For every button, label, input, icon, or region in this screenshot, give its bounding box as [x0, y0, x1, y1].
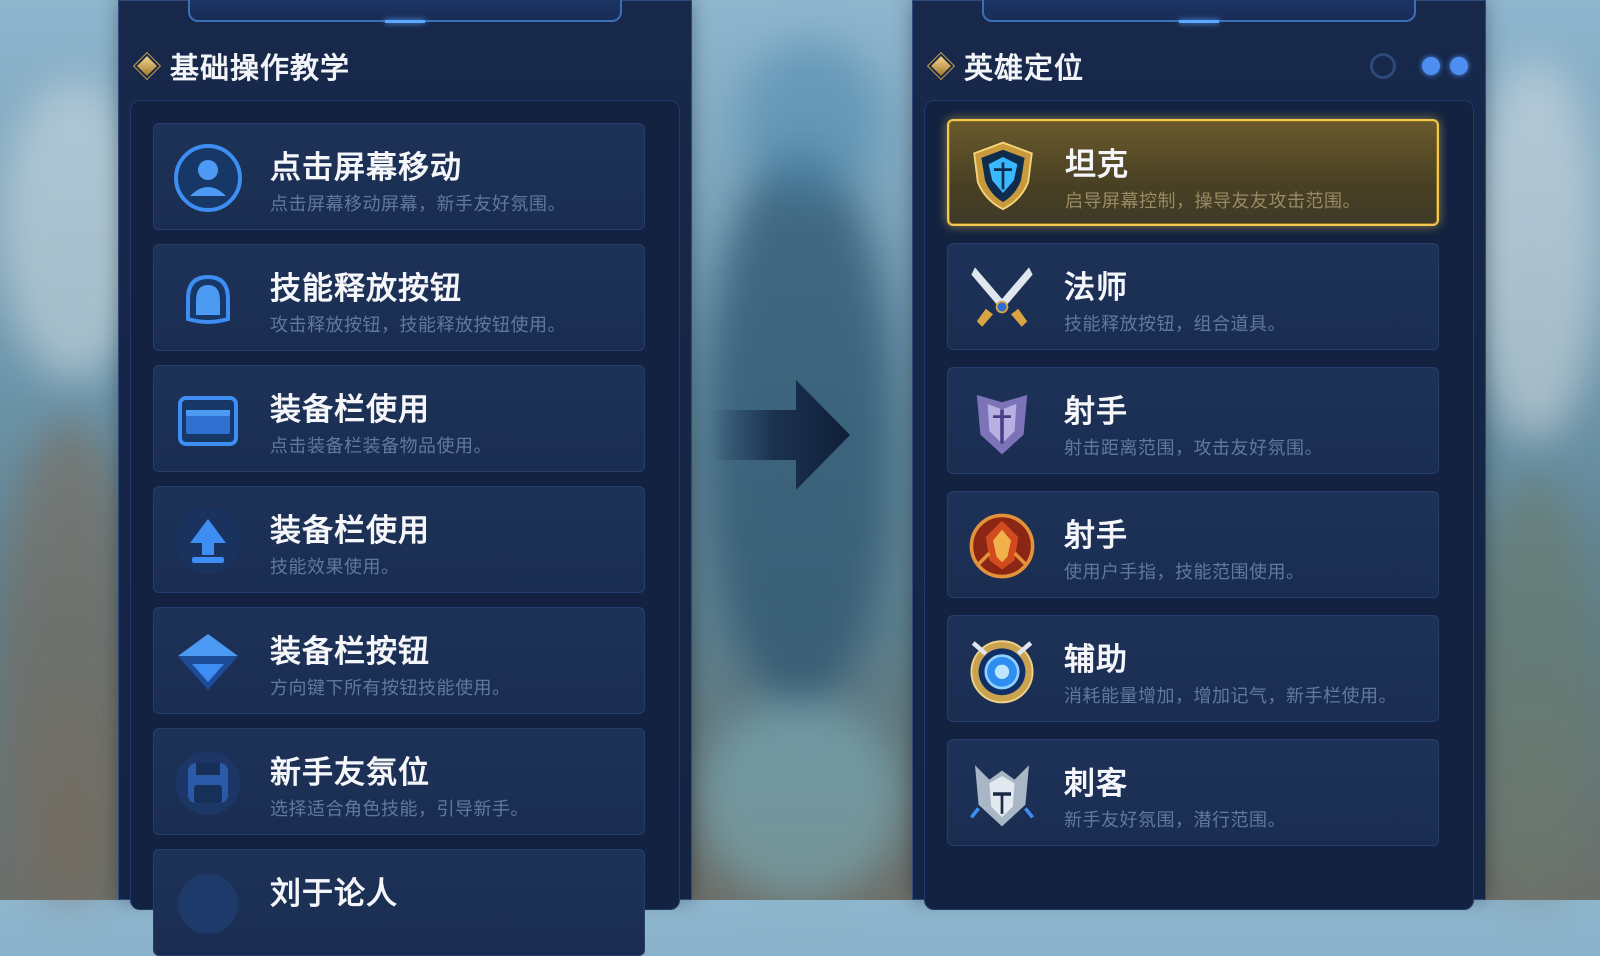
- tutorial-item-title: 装备栏使用: [270, 392, 430, 428]
- hero-role-desc: 消耗能量增加，增加记气，新手栏使用。: [1064, 686, 1397, 707]
- tutorial-item-desc: 方向键下所有按钮技能使用。: [270, 678, 511, 699]
- hero-role-tank[interactable]: 坦克 启导屏幕控制，操导友友攻击范围。: [947, 119, 1439, 226]
- tutorial-item-title: 技能释放按钮: [270, 271, 462, 307]
- section-header: 英雄定位: [930, 48, 1468, 85]
- tutorial-item-desc: 点击装备栏装备物品使用。: [270, 436, 492, 457]
- page-dot[interactable]: [1422, 57, 1440, 75]
- background-blur: [1470, 480, 1600, 900]
- hero-role-title: 射手: [1064, 518, 1128, 554]
- tutorial-item-desc: 选择适合角色技能，引导新手。: [270, 799, 529, 820]
- tank-shield-icon: [967, 139, 1039, 211]
- spade-icon: [172, 505, 244, 577]
- hero-role-title: 刺客: [1064, 766, 1128, 802]
- diamond-icon: [931, 56, 951, 76]
- panel-header-frame: [188, 0, 622, 23]
- tutorial-item-title: 新手友氛位: [270, 755, 430, 791]
- knight-helm-icon: [966, 758, 1038, 830]
- section-title: 英雄定位: [964, 51, 1085, 85]
- armored-helm-icon: [966, 386, 1038, 458]
- tutorial-item-equipment[interactable]: 装备栏使用 点击装备栏装备物品使用。: [153, 365, 645, 472]
- hero-role-desc: 射击距离范围，攻击友好氛围。: [1064, 438, 1323, 459]
- tutorial-list: 点击屏幕移动 点击屏幕移动屏幕，新手友好氛围。 技能释放按钮 攻击释放按钮，技能…: [130, 100, 680, 956]
- red-crest-icon: [966, 510, 1038, 582]
- section-header: 基础操作教学: [136, 48, 674, 85]
- tutorial-item-newbie-position[interactable]: 新手友氛位 选择适合角色技能，引导新手。: [153, 728, 645, 835]
- tutorial-item-equipment-button[interactable]: 装备栏按钮 方向键下所有按钮技能使用。: [153, 607, 645, 714]
- tutorial-item-tap-move[interactable]: 点击屏幕移动 点击屏幕移动屏幕，新手友好氛围。: [153, 123, 645, 230]
- ring-icon[interactable]: [1370, 53, 1396, 79]
- shield-chevron-icon: [172, 626, 244, 698]
- hero-role-title: 坦克: [1065, 147, 1129, 183]
- tutorial-item-equipment-2[interactable]: 装备栏使用 技能效果使用。: [153, 486, 645, 593]
- bell-icon: [172, 263, 244, 335]
- tutorial-item-desc: 技能效果使用。: [270, 557, 400, 578]
- section-title: 基础操作教学: [170, 51, 351, 85]
- tutorial-item-desc: 点击屏幕移动屏幕，新手友好氛围。: [270, 194, 566, 215]
- hero-role-title: 射手: [1064, 394, 1128, 430]
- basic-tutorial-panel: 基础操作教学 点击屏幕移动 点击屏幕移动屏幕，新手友好氛围。 技能释放按钮 攻击…: [118, 0, 692, 956]
- tutorial-item-desc: 攻击释放按钮，技能释放按钮使用。: [270, 315, 566, 336]
- hero-role-title: 辅助: [1064, 642, 1128, 678]
- tutorial-item-title: 点击屏幕移动: [270, 150, 462, 186]
- tutorial-item-partial[interactable]: 刘于论人: [153, 849, 645, 956]
- hero-role-desc: 新手友好氛围，潜行范围。: [1064, 810, 1286, 831]
- right-arrow-icon: [712, 380, 872, 490]
- user-circle-icon: [172, 142, 244, 214]
- hero-role-title: 法师: [1064, 270, 1128, 306]
- hero-role-panel: 英雄定位 坦克 启导屏幕控制，操导友友攻击范围。 法师 技能释放按钮，组合道具。…: [912, 0, 1486, 910]
- panel-header-frame: [982, 0, 1416, 23]
- hero-role-mage[interactable]: 法师 技能释放按钮，组合道具。: [947, 243, 1439, 350]
- hero-role-assassin[interactable]: 刺客 新手友好氛围，潜行范围。: [947, 739, 1439, 846]
- circle-icon: [172, 868, 244, 940]
- hero-role-desc: 启导屏幕控制，操导友友攻击范围。: [1065, 191, 1361, 212]
- crossed-swords-icon: [966, 262, 1038, 334]
- background-blur: [1470, 60, 1600, 440]
- background-blur: [700, 700, 900, 900]
- hero-role-list: 坦克 启导屏幕控制，操导友友攻击范围。 法师 技能释放按钮，组合道具。 射手 射…: [924, 100, 1474, 910]
- hero-role-marksman[interactable]: 射手 射击距离范围，攻击友好氛围。: [947, 367, 1439, 474]
- background-blur: [740, 40, 880, 200]
- page-dot[interactable]: [1450, 57, 1468, 75]
- tutorial-item-skill-button[interactable]: 技能释放按钮 攻击释放按钮，技能释放按钮使用。: [153, 244, 645, 351]
- hero-role-desc: 技能释放按钮，组合道具。: [1064, 314, 1286, 335]
- page-indicator: [1370, 53, 1468, 79]
- hero-role-marksman-2[interactable]: 射手 使用户手指，技能范围使用。: [947, 491, 1439, 598]
- tutorial-item-title: 刘于论人: [270, 876, 398, 912]
- hero-role-support[interactable]: 辅助 消耗能量增加，增加记气，新手栏使用。: [947, 615, 1439, 722]
- card-icon: [172, 384, 244, 456]
- floppy-icon: [172, 747, 244, 819]
- blue-orb-icon: [966, 634, 1038, 706]
- hero-role-desc: 使用户手指，技能范围使用。: [1064, 562, 1305, 583]
- tutorial-item-title: 装备栏使用: [270, 513, 430, 549]
- diamond-icon: [137, 56, 157, 76]
- tutorial-item-title: 装备栏按钮: [270, 634, 430, 670]
